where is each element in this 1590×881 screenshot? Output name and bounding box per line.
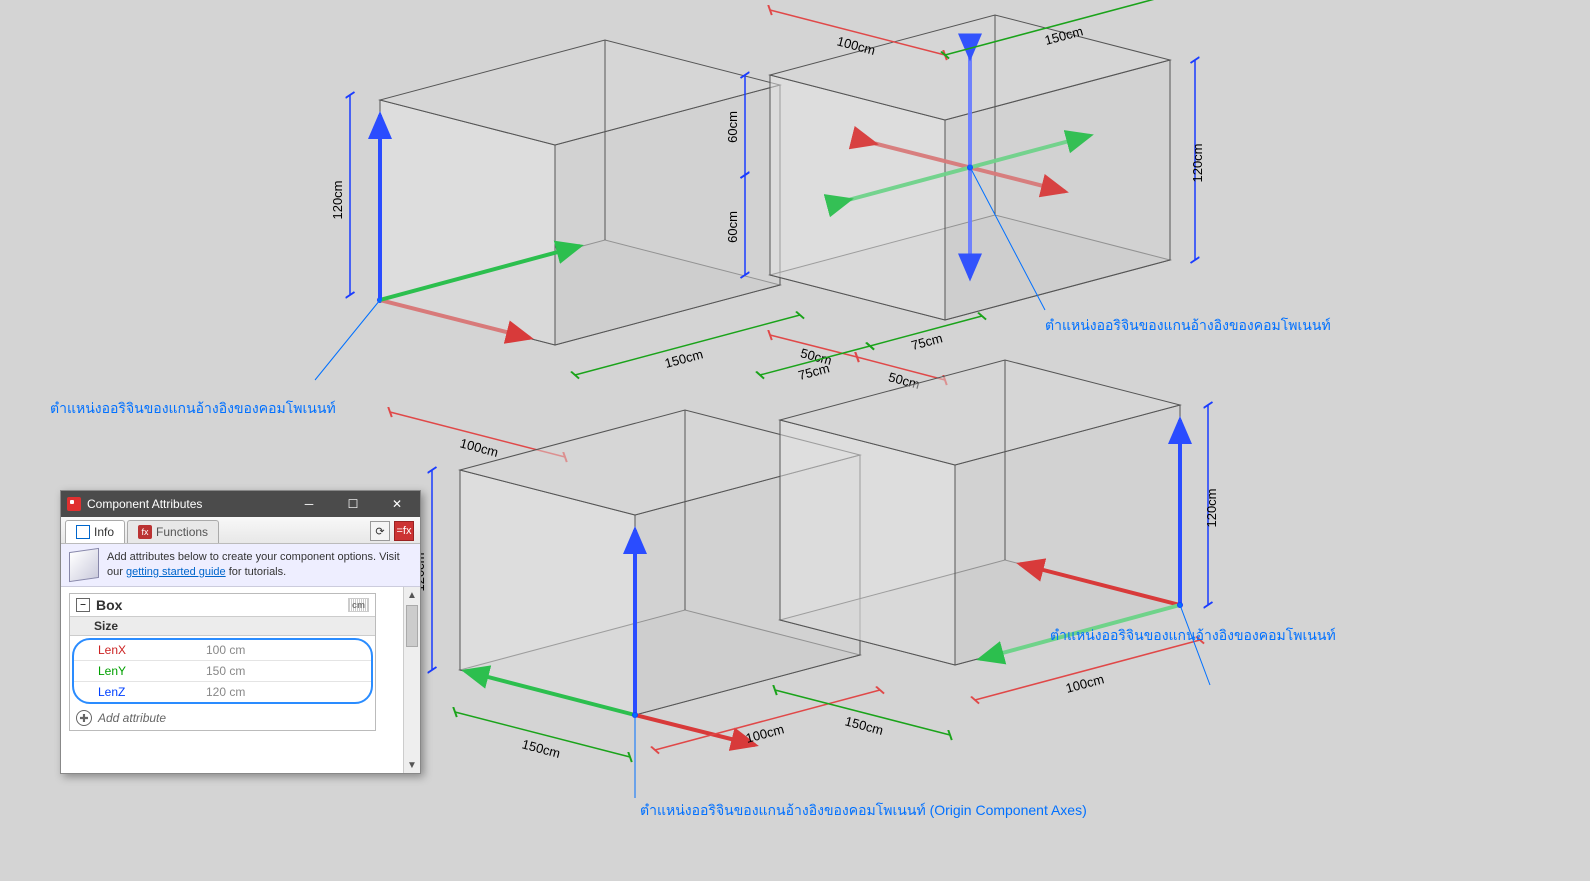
svg-text:60cm: 60cm: [725, 111, 740, 143]
group-size-header: Size: [70, 617, 375, 636]
svg-text:60cm: 60cm: [725, 211, 740, 243]
tip-text-post: for tutorials.: [229, 566, 286, 578]
info-icon: [76, 525, 90, 539]
box-top-left: 120cm 150cm 100cm: [315, 40, 800, 460]
collapse-toggle[interactable]: –: [76, 598, 90, 612]
attr-key-lenx: LenX: [74, 640, 200, 660]
box-bottom-right: 120cm 100cm 150cm: [775, 360, 1219, 738]
add-attribute-label: Add attribute: [98, 711, 166, 725]
scroll-down-button[interactable]: ▼: [404, 757, 420, 773]
dialog-title: Component Attributes: [87, 497, 284, 511]
tab-info-label: Info: [94, 525, 114, 539]
window-maximize-button[interactable]: ☐: [334, 491, 372, 517]
component-attributes-dialog: Component Attributes ─ ☐ ✕ Info fx Funct…: [60, 490, 421, 774]
dialog-tabs: Info fx Functions ⟳ =fx: [61, 517, 420, 544]
attr-val-lenz[interactable]: 120 cm: [200, 682, 371, 702]
fx-toggle-button[interactable]: =fx: [394, 521, 414, 541]
add-attribute-row[interactable]: ✚ Add attribute: [70, 706, 375, 730]
tab-functions-label: Functions: [156, 525, 208, 539]
attr-row-lenx[interactable]: LenX 100 cm: [74, 640, 371, 661]
attr-row-leny[interactable]: LenY 150 cm: [74, 661, 371, 682]
attribute-table: – Box cm Size LenX 100 cm LenY 150 cm Le…: [69, 593, 376, 731]
getting-started-link[interactable]: getting started guide: [126, 566, 226, 578]
attr-val-lenx[interactable]: 100 cm: [200, 640, 371, 660]
scroll-up-button[interactable]: ▲: [404, 587, 420, 603]
fx-icon: fx: [138, 525, 152, 539]
unit-badge[interactable]: cm: [348, 598, 369, 612]
svg-text:120cm: 120cm: [1190, 143, 1205, 182]
scroll-thumb[interactable]: [406, 605, 418, 647]
dialog-tip: Add attributes below to create your comp…: [61, 544, 420, 587]
callout-top-right: ตำแหน่งออริจินของแกนอ้างอิงของคอมโพเนนท์: [1045, 315, 1331, 337]
component-name: Box: [96, 597, 122, 613]
svg-text:120cm: 120cm: [330, 180, 345, 219]
svg-text:120cm: 120cm: [1204, 488, 1219, 527]
dialog-scrollbar[interactable]: ▲ ▼: [403, 587, 420, 773]
tab-functions[interactable]: fx Functions: [127, 520, 219, 543]
dialog-body: – Box cm Size LenX 100 cm LenY 150 cm Le…: [61, 587, 420, 773]
attr-val-leny[interactable]: 150 cm: [200, 661, 371, 681]
dialog-titlebar[interactable]: Component Attributes ─ ☐ ✕: [61, 491, 420, 517]
refresh-button[interactable]: ⟳: [370, 521, 390, 541]
tab-info[interactable]: Info: [65, 520, 125, 543]
window-close-button[interactable]: ✕: [378, 491, 416, 517]
attr-key-lenz: LenZ: [74, 682, 200, 702]
highlighted-attributes: LenX 100 cm LenY 150 cm LenZ 120 cm: [72, 638, 373, 704]
component-cube-icon: [69, 548, 99, 582]
callout-top-left: ตำแหน่งออริจินของแกนอ้างอิงของคอมโพเนนท์: [50, 398, 336, 420]
svg-text:150cm: 150cm: [520, 736, 562, 761]
attr-key-leny: LenY: [74, 661, 200, 681]
sketchup-icon: [67, 497, 81, 511]
add-attribute-icon: ✚: [76, 710, 92, 726]
attr-row-lenz[interactable]: LenZ 120 cm: [74, 682, 371, 702]
window-minimize-button[interactable]: ─: [290, 491, 328, 517]
callout-bottom-left: ตำแหน่งออริจินของแกนอ้างอิงของคอมโพเนนท์…: [640, 800, 1087, 822]
callout-bottom-right: ตำแหน่งออริจินของแกนอ้างอิงของคอมโพเนนท์: [1050, 625, 1336, 647]
